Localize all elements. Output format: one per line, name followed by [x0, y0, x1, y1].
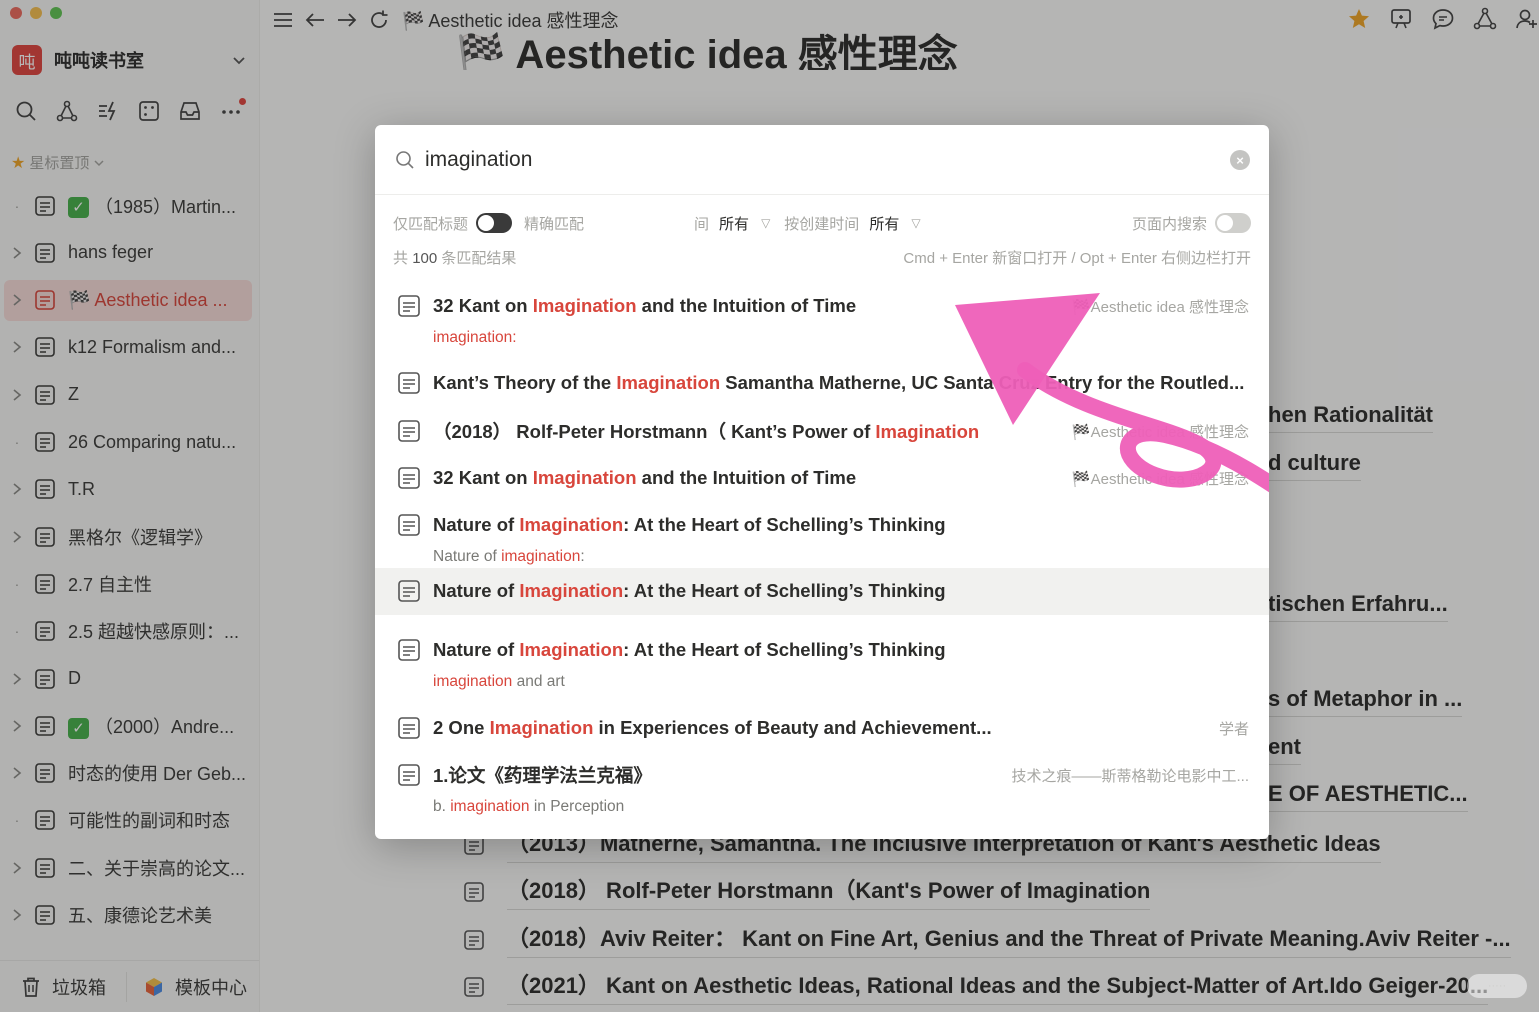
result-snippet: Nature of imagination: [433, 548, 585, 566]
created-time-select[interactable]: 所有 [869, 213, 899, 234]
search-result-item[interactable]: （2018） Rolf-Peter Horstmann（ Kant’s Powe… [375, 420, 1269, 460]
edit-time-label: 间 [694, 215, 710, 233]
result-title-text: （2018） Rolf-Peter Horstmann（ Kant’s Powe… [433, 421, 876, 442]
result-title: Nature of Imagination: At the Heart of S… [433, 580, 1249, 602]
title-only-toggle[interactable] [476, 213, 513, 233]
result-title-text: : At the Heart of Schelling’s Thinking [623, 580, 946, 601]
snippet-match: imagination [450, 798, 530, 815]
count-value: 100 [412, 250, 438, 267]
result-title: Nature of Imagination: At the Heart of S… [433, 639, 1249, 661]
result-source: 技术之痕——斯蒂格勒论电影中工... [1011, 767, 1249, 785]
snippet-text: b. [433, 798, 451, 815]
search-filters: 仅匹配标题 精确匹配 间 所有 ▽ 按创建时间 所有 ▽ 页面内搜索 [393, 211, 1251, 235]
search-result-item[interactable]: Nature of Imagination: At the Heart of S… [375, 568, 1269, 615]
search-result-item[interactable]: Kant’s Theory of the Imagination Samanth… [375, 372, 1269, 412]
search-icon [396, 150, 414, 169]
result-title-text: 32 Kant on [433, 467, 533, 488]
edit-time-select[interactable]: 所有 [719, 213, 749, 234]
result-title-text: Samantha Matherne, UC Santa Cruz Entry f… [720, 372, 1245, 393]
search-modal: × 仅匹配标题 精确匹配 间 所有 ▽ 按创建时间 所有 ▽ 页面内搜索 共 1… [375, 125, 1269, 839]
result-snippet: imagination: [433, 329, 517, 347]
result-title-text: in Experiences of Beauty and Achievement… [593, 717, 992, 738]
page-icon [398, 717, 420, 739]
page-icon [398, 764, 420, 786]
page-icon [398, 467, 420, 489]
search-result-item[interactable]: 1.论文《药理学法兰克福》 技术之痕——斯蒂格勒论电影中工... b. imagin… [375, 764, 1269, 834]
result-title-text: : At the Heart of Schelling’s Thinking [623, 514, 946, 535]
result-source: 🏁Aesthetic idea 感性理念 [1071, 470, 1249, 488]
result-title-text: 1.论文《药理学法兰克福》 [433, 765, 652, 786]
chevron-down-icon: ▽ [761, 216, 771, 230]
result-title: 32 Kant on Imagination and the Intuition… [433, 467, 1060, 489]
result-title-match: Imagination [519, 514, 624, 535]
search-result-item[interactable]: 2 One Imagination in Experiences of Beau… [375, 717, 1269, 757]
in-page-search-toggle[interactable] [1215, 213, 1251, 233]
snippet-match: imagination: [433, 329, 517, 346]
result-title-text: Nature of [433, 580, 520, 601]
result-snippet: b. imagination in Perception [433, 798, 624, 816]
result-snippet: imagination and art [433, 673, 565, 691]
search-input[interactable] [425, 147, 1205, 172]
title-only-label: 仅匹配标题 [393, 215, 469, 233]
result-title-match: Imagination [519, 580, 624, 601]
result-title-match: Imagination [519, 639, 624, 660]
result-source: 🏁Aesthetic idea 感性理念 [1071, 423, 1249, 441]
chevron-down-icon: ▽ [911, 216, 921, 230]
created-time-label: 按创建时间 [784, 215, 860, 233]
result-title-text: Nature of [433, 514, 520, 535]
result-summary: 共 100 条匹配结果 Cmd + Enter 新窗口打开 / Opt + En… [393, 247, 1251, 269]
result-title: 2 One Imagination in Experiences of Beau… [433, 717, 1207, 739]
snippet-text: in Perception [529, 798, 625, 815]
page-icon [398, 372, 420, 394]
page-icon [398, 639, 420, 661]
snippet-match: imagination [501, 548, 581, 565]
result-title-text: 2 One [433, 717, 490, 738]
snippet-text: and art [512, 673, 565, 690]
result-source: 学者 [1218, 720, 1249, 738]
page-icon [398, 514, 420, 536]
snippet-text: Nature of [433, 548, 502, 565]
result-title: （2018） Rolf-Peter Horstmann（ Kant’s Powe… [433, 418, 1060, 444]
clear-search-button[interactable]: × [1230, 150, 1250, 170]
result-title-text: and the Intuition of Time [636, 467, 857, 488]
result-title-text: Kant’s Theory of the [433, 372, 617, 393]
watermark: ····· [1467, 974, 1527, 998]
count-prefix: 共 [393, 250, 409, 267]
result-title: Nature of Imagination: At the Heart of S… [433, 514, 1249, 536]
result-title: Kant’s Theory of the Imagination Samanth… [433, 372, 1249, 394]
result-count: 共 100 条匹配结果 [393, 247, 516, 269]
count-suffix: 条匹配结果 [441, 250, 517, 267]
result-title-text: : At the Heart of Schelling’s Thinking [623, 639, 946, 660]
exact-match-label[interactable]: 精确匹配 [524, 213, 584, 234]
search-result-item[interactable]: 32 Kant on Imagination and the Intuition… [375, 295, 1269, 365]
search-result-item[interactable]: Nature of Imagination: At the Heart of S… [375, 639, 1269, 709]
result-title-text: 32 Kant on [433, 295, 533, 316]
result-title-text: Nature of [433, 639, 520, 660]
search-bar: × [375, 125, 1269, 195]
result-title: 32 Kant on Imagination and the Intuition… [433, 295, 1060, 317]
result-title-match: Imagination [532, 295, 637, 316]
page-icon [398, 420, 420, 442]
shortcut-hint: Cmd + Enter 新窗口打开 / Opt + Enter 右侧边栏打开 [903, 250, 1251, 267]
snippet-text: : [580, 548, 585, 565]
result-title-match: Imagination [616, 372, 721, 393]
page-icon [398, 580, 420, 602]
search-result-item[interactable]: 32 Kant on Imagination and the Intuition… [375, 467, 1269, 507]
result-title-match: Imagination [875, 421, 980, 442]
result-title: 1.论文《药理学法兰克福》 [433, 762, 999, 788]
page-icon [398, 295, 420, 317]
result-title-text: and the Intuition of Time [636, 295, 857, 316]
result-title-match: Imagination [489, 717, 594, 738]
in-page-search-label: 页面内搜索 [1131, 215, 1207, 233]
result-source: 🏁Aesthetic idea 感性理念 [1071, 298, 1249, 316]
snippet-match: imagination [433, 673, 513, 690]
result-title-match: Imagination [532, 467, 637, 488]
